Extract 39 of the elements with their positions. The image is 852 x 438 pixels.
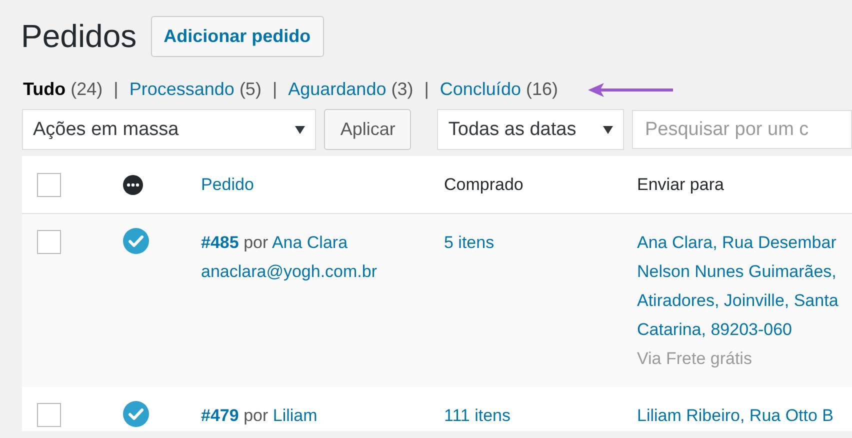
by-label: por: [244, 406, 268, 425]
filter-count: (3): [391, 79, 414, 100]
items-link[interactable]: 5 itens: [444, 233, 494, 252]
email-link[interactable]: anaclara@yogh.com.br: [201, 262, 378, 281]
column-header: Enviar para: [637, 174, 724, 194]
date-filter-dropdown[interactable]: Todas as datas: [437, 109, 624, 150]
filter-count: (24): [70, 79, 103, 100]
separator: |: [424, 79, 429, 100]
address-link[interactable]: Ana Clara, Rua Desembar Nelson Nunes Guimarães, Atiradores, Joinville, Santa Catarina, 89203-060: [637, 228, 852, 344]
row-checkbox[interactable]: [37, 403, 61, 427]
status-filter-link[interactable]: Tudo: [23, 79, 66, 100]
search-field[interactable]: Pesquisar por um c: [632, 110, 852, 149]
row-checkbox[interactable]: [37, 230, 61, 254]
address-link[interactable]: Liliam Ribeiro, Rua Otto B: [637, 401, 852, 430]
status-filter-link[interactable]: Processando: [129, 79, 234, 100]
status-filter-link[interactable]: Aguardando: [288, 79, 386, 100]
customer-link[interactable]: Ana Clara: [272, 233, 348, 252]
apply-button[interactable]: Aplicar: [324, 109, 412, 150]
filter-count: (16): [526, 79, 558, 100]
caret-icon: [295, 126, 306, 134]
status-filter-link[interactable]: Concluído: [440, 79, 521, 100]
customer-link[interactable]: Liliam: [272, 406, 318, 425]
more-icon: [123, 174, 143, 194]
arrow-icon: [588, 82, 674, 98]
column-header: Comprado: [444, 174, 524, 194]
column-header[interactable]: Pedido: [201, 174, 254, 194]
select-all-checkbox[interactable]: [37, 172, 61, 196]
caret-icon: [603, 126, 613, 134]
page-title: Pedidos: [21, 18, 137, 55]
order-number-link[interactable]: #485: [201, 233, 239, 252]
items-link[interactable]: 111 itens: [444, 406, 510, 425]
bulk-actions-dropdown[interactable]: Ações em massa: [22, 109, 316, 150]
by-label: por: [244, 233, 268, 252]
separator: |: [272, 79, 278, 100]
separator: |: [114, 79, 118, 100]
add-order-button[interactable]: Adicionar pedido: [150, 16, 324, 57]
order-number-link[interactable]: #479: [201, 406, 239, 425]
filter-count: (5): [239, 79, 262, 100]
shipping-method: Via Frete grátis: [637, 349, 752, 368]
